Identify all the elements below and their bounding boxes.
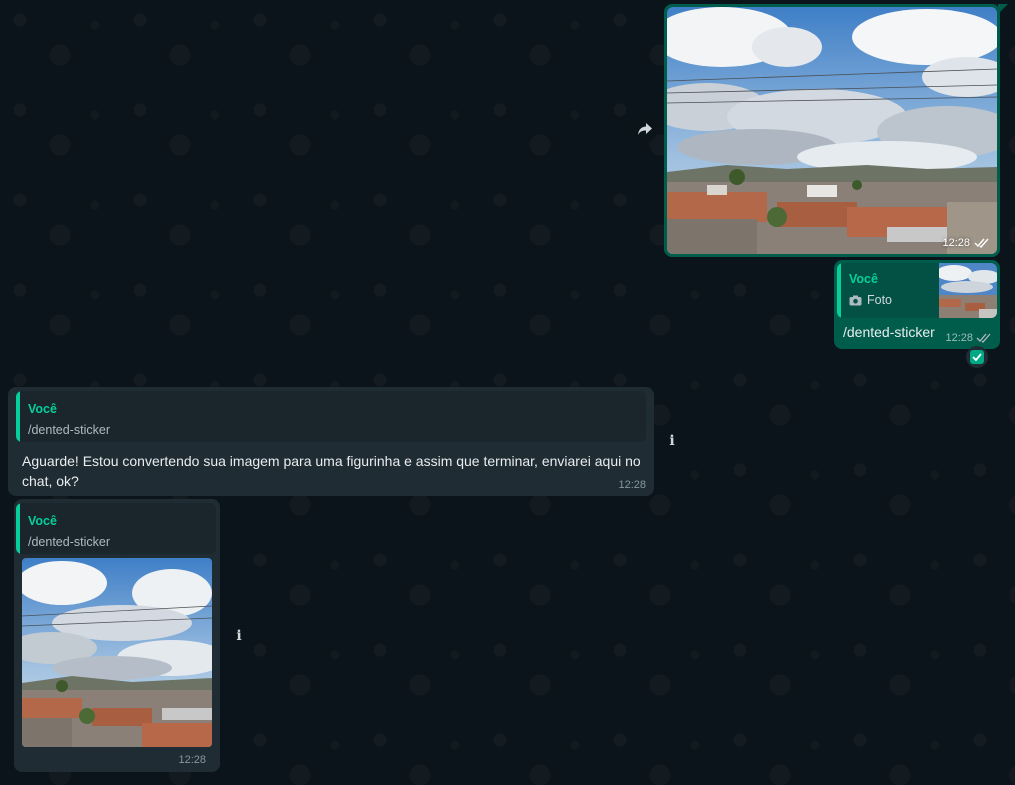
info-icon[interactable]: i bbox=[660, 429, 684, 453]
message-time: 12:28 bbox=[178, 754, 206, 766]
sky-rooftops-photo[interactable] bbox=[667, 7, 997, 254]
forward-button[interactable] bbox=[632, 116, 658, 142]
quoted-message[interactable]: Você /dented-sticker bbox=[16, 391, 646, 442]
select-message-checkbox[interactable] bbox=[966, 346, 988, 368]
message-time: 12:28 bbox=[942, 237, 970, 249]
quote-bar bbox=[16, 503, 20, 554]
forward-icon bbox=[638, 123, 652, 135]
quote-text: /dented-sticker bbox=[28, 535, 110, 549]
message-text: /dented-sticker bbox=[843, 324, 935, 340]
quote-type: Foto bbox=[849, 293, 892, 307]
outgoing-reply-meta: 12:28 bbox=[945, 332, 992, 344]
message-time: 12:28 bbox=[945, 332, 973, 344]
quote-bar bbox=[837, 263, 841, 318]
outgoing-image-message[interactable]: 12:28 bbox=[664, 4, 1008, 257]
message-text: Aguarde! Estou convertendo sua imagem pa… bbox=[22, 453, 641, 489]
quote-type-label: Foto bbox=[867, 293, 893, 307]
camera-icon bbox=[849, 295, 862, 305]
quoted-message[interactable]: Você Foto bbox=[837, 263, 997, 318]
quote-author: Você bbox=[28, 514, 57, 528]
quote-thumbnail bbox=[936, 263, 997, 318]
incoming-text-message[interactable]: Você /dented-sticker Aguarde! Estou conv… bbox=[8, 387, 654, 496]
quote-author: Você bbox=[28, 402, 57, 416]
quote-author: Você bbox=[849, 272, 878, 286]
incoming-image-message[interactable]: Você /dented-sticker 12:28 bbox=[14, 499, 220, 772]
sticker-image[interactable] bbox=[22, 558, 212, 747]
outgoing-image-meta: 12:28 bbox=[942, 237, 990, 249]
outgoing-reply-message[interactable]: Você Foto /dented-sticker 12:28 bbox=[834, 260, 1000, 349]
double-check-icon bbox=[976, 333, 991, 343]
quote-text: /dented-sticker bbox=[28, 423, 110, 437]
quote-bar bbox=[16, 391, 20, 442]
double-check-icon bbox=[974, 238, 989, 248]
checkbox-checked-icon bbox=[970, 350, 984, 364]
info-icon[interactable]: i bbox=[227, 624, 251, 648]
message-time: 12:28 bbox=[618, 479, 646, 491]
quoted-message[interactable]: Você /dented-sticker bbox=[16, 503, 216, 554]
